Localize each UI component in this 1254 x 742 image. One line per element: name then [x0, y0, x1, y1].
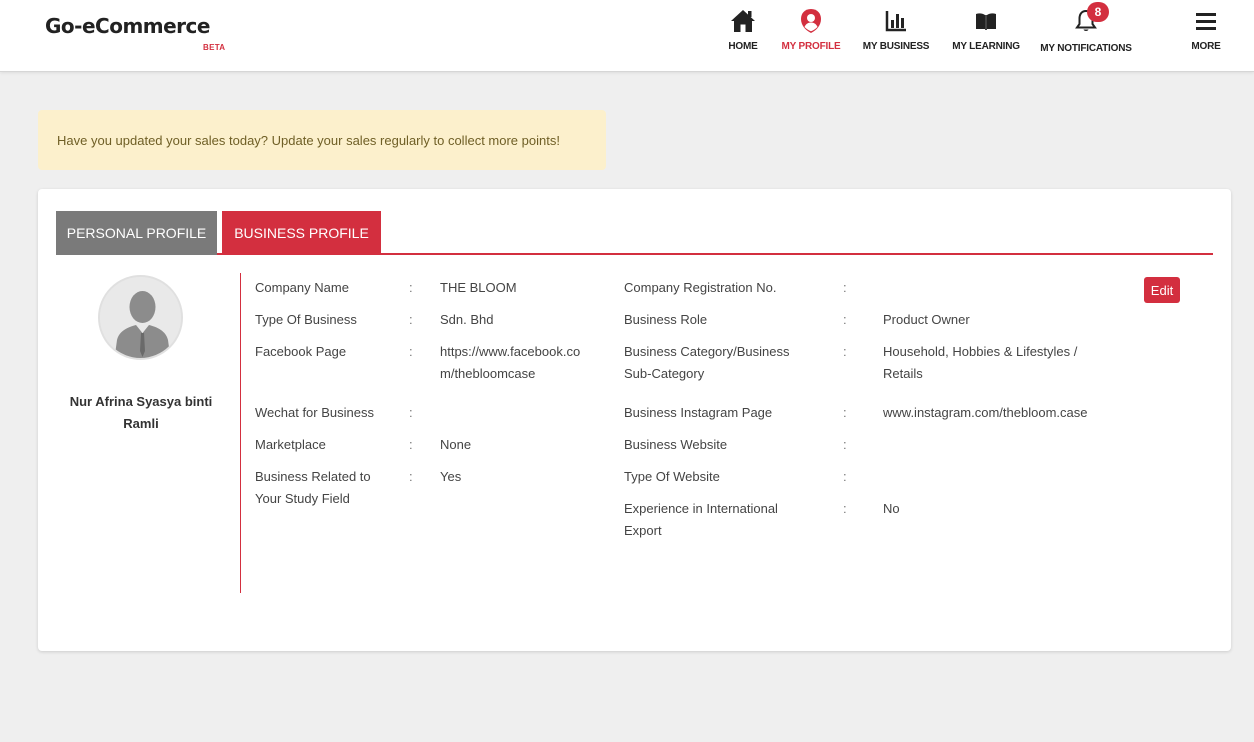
facebook-page-value-line2: m/thebloomcase [440, 366, 536, 381]
business-profile-card: PERSONAL PROFILE BUSINESS PROFILE Nur Af… [38, 189, 1231, 651]
tab-business-profile[interactable]: BUSINESS PROFILE [222, 211, 381, 255]
nav-my-profile-label: MY PROFILE [781, 41, 841, 52]
colon: : [409, 405, 413, 420]
home-icon [730, 6, 756, 36]
nav-my-profile[interactable]: MY PROFILE [780, 6, 842, 62]
wechat-label: Wechat for Business [255, 405, 374, 420]
beta-tag: BETA [203, 43, 226, 52]
type-of-website-label: Type Of Website [624, 469, 720, 484]
business-category-value-line1: Household, Hobbies & Lifestyles / [883, 344, 1078, 359]
colon: : [843, 437, 847, 452]
edit-button[interactable]: Edit [1144, 277, 1180, 303]
colon: : [843, 344, 847, 359]
colon: : [843, 312, 847, 327]
company-name-value: THE BLOOM [440, 280, 517, 295]
sales-reminder-alert: Have you updated your sales today? Updat… [38, 110, 606, 170]
avatar [98, 275, 183, 360]
colon: : [409, 312, 413, 327]
business-website-label: Business Website [624, 437, 728, 452]
business-category-label-line2: Sub-Category [624, 366, 705, 381]
bell-icon: 8 [1074, 2, 1109, 36]
nav-my-learning[interactable]: MY LEARNING [952, 6, 1020, 62]
notification-count-badge: 8 [1087, 2, 1109, 22]
colon: : [843, 501, 847, 516]
colon: : [409, 437, 413, 452]
brand-logo[interactable]: Go-eCommerce [45, 14, 210, 38]
user-icon [799, 6, 823, 36]
colon: : [843, 469, 847, 484]
colon: : [409, 469, 413, 484]
study-field-label: Business Related to Your Study Field [255, 466, 371, 510]
user-full-name: Nur Afrina Syasya binti Ramli [52, 391, 230, 435]
book-icon [975, 6, 997, 36]
colon: : [409, 280, 413, 295]
tab-personal-profile[interactable]: PERSONAL PROFILE [56, 211, 217, 255]
nav-my-business[interactable]: MY BUSINESS [862, 6, 930, 62]
business-category-label-line1: Business Category/Business [624, 344, 790, 359]
marketplace-label: Marketplace [255, 437, 326, 452]
colon: : [843, 280, 847, 295]
business-role-value: Product Owner [883, 312, 970, 327]
facebook-page-value[interactable]: https://www.facebook.co m/thebloomcase [440, 341, 580, 385]
instagram-page-value[interactable]: www.instagram.com/thebloom.case [883, 402, 1087, 424]
facebook-page-label: Facebook Page [255, 344, 347, 359]
hamburger-menu-icon [1196, 6, 1216, 36]
international-export-label-line2: Export [624, 523, 662, 538]
registration-no-label: Company Registration No. [624, 280, 777, 295]
study-field-label-line2: Your Study Field [255, 491, 350, 506]
international-export-label: Experience in International Export [624, 498, 778, 542]
colon: : [843, 405, 847, 420]
company-name-label: Company Name [255, 280, 349, 295]
business-category-label: Business Category/Business Sub-Category [624, 341, 789, 385]
vertical-divider [240, 273, 241, 593]
user-silhouette-icon [100, 277, 181, 358]
study-field-value: Yes [440, 469, 462, 484]
study-field-label-line1: Business Related to [255, 469, 371, 484]
user-name-line1: Nur Afrina Syasya binti [69, 394, 213, 409]
profile-tabs: PERSONAL PROFILE BUSINESS PROFILE [56, 211, 1213, 255]
international-export-label-line1: Experience in International [624, 501, 778, 516]
nav-my-business-label: MY BUSINESS [862, 41, 930, 52]
nav-home[interactable]: HOME [723, 6, 763, 62]
instagram-page-label: Business Instagram Page [624, 405, 773, 420]
facebook-page-value-line1: https://www.facebook.co [440, 344, 581, 359]
bar-chart-icon [885, 6, 907, 36]
top-navbar: Go-eCommerce BETA HOME MY PROFILE MY BUS… [0, 0, 1254, 72]
nav-more-label: MORE [1191, 41, 1221, 52]
business-category-value: Household, Hobbies & Lifestyles / Retail… [883, 341, 1077, 385]
nav-my-learning-label: MY LEARNING [952, 41, 1020, 52]
nav-my-notifications-label: MY NOTIFICATIONS [1040, 43, 1132, 54]
business-role-label: Business Role [624, 312, 708, 327]
nav-more[interactable]: MORE [1186, 6, 1226, 62]
marketplace-value: None [440, 437, 472, 452]
type-of-business-value: Sdn. Bhd [440, 312, 494, 327]
type-of-business-label: Type Of Business [255, 312, 357, 327]
business-category-value-line2: Retails [883, 366, 923, 381]
user-name-line2: Ramli [123, 416, 159, 431]
nav-my-notifications[interactable]: 8 MY NOTIFICATIONS [1040, 2, 1132, 62]
international-export-value: No [883, 501, 900, 516]
colon: : [409, 344, 413, 359]
nav-home-label: HOME [728, 41, 758, 52]
